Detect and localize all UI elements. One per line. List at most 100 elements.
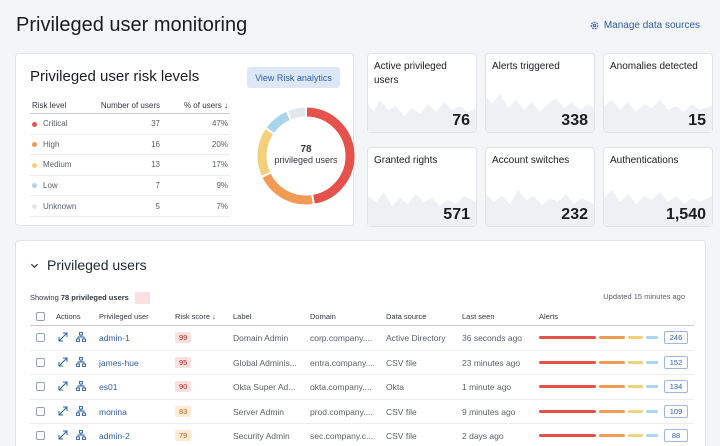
table-header-row: Actions Privileged user Risk score ↓ Lab… — [30, 307, 694, 326]
table-row[interactable]: james-hue 95 Global Adminis... entra.compan… — [30, 351, 694, 375]
risk-pct-cell: 7% — [162, 195, 230, 217]
risk-levels-panel: Privileged user risk levels View Risk an… — [15, 53, 355, 226]
col-domain[interactable]: Domain — [310, 312, 336, 321]
alert-bar-segment — [628, 409, 643, 413]
stat-label: Account switches — [492, 155, 570, 166]
expand-icon[interactable] — [58, 357, 68, 369]
alert-bar-segment — [628, 360, 643, 364]
risk-users-cell: 7 — [94, 175, 162, 197]
stat-label: Anomalies detected — [610, 61, 698, 72]
view-risk-analytics-button[interactable]: View Risk analytics — [247, 67, 340, 88]
stat-card-authentications[interactable]: Authentications 1,540 — [603, 147, 713, 227]
alert-count-badge[interactable]: 246 — [664, 331, 688, 344]
stat-label: Alerts triggered — [492, 61, 560, 72]
alert-count-badge[interactable]: 152 — [664, 355, 688, 369]
col-risk-score[interactable]: Risk score ↓ — [175, 312, 216, 321]
donut-slice-high[interactable] — [262, 173, 313, 205]
row-checkbox[interactable] — [36, 382, 45, 391]
gear-icon — [590, 21, 599, 30]
alert-bar-segment — [539, 409, 596, 413]
stat-card-account-switches[interactable]: Account switches 232 — [485, 147, 595, 227]
stat-value: 1,540 — [665, 206, 706, 223]
last-seen-cell: 9 minutes ago — [462, 406, 516, 417]
privileged-users-header[interactable]: Privileged users — [30, 257, 147, 273]
risk-level-row: Unknown 5 7% — [30, 195, 230, 217]
user-link[interactable]: es01 — [99, 382, 117, 392]
table-row[interactable]: es01 90 Okta Super Ad... okta.company.... Ok… — [30, 375, 694, 400]
stat-value: 232 — [561, 206, 588, 223]
stat-label: Active privileged users — [374, 61, 447, 86]
expand-icon[interactable] — [58, 406, 68, 418]
row-checkbox[interactable] — [36, 333, 45, 342]
alert-count-badge[interactable]: 134 — [664, 380, 688, 393]
sort-down-icon: ↓ — [224, 101, 228, 110]
risk-users-cell: 5 — [94, 195, 162, 217]
risk-level-cell: Low — [30, 175, 94, 197]
risk-color-dot — [32, 142, 37, 148]
hierarchy-icon[interactable] — [76, 430, 86, 442]
alert-count-badge[interactable]: 88 — [664, 429, 688, 442]
risk-levels-table: Risk level Number of users % of users ↓ … — [30, 98, 230, 217]
col-number-users[interactable]: Number of users — [94, 98, 162, 114]
stat-card-active-privileged-users[interactable]: Active privileged users 76 — [367, 53, 477, 133]
col-data-source[interactable]: Data source — [386, 312, 426, 321]
user-link[interactable]: monina — [99, 407, 127, 417]
col-privileged-user[interactable]: Privileged user — [99, 312, 149, 321]
stat-label: Authentications — [610, 155, 679, 166]
stat-label: Granted rights — [374, 155, 438, 166]
stat-card-granted-rights[interactable]: Granted rights 571 — [367, 147, 477, 227]
alert-bar-segment — [539, 385, 596, 388]
risk-level-row: Critical 37 47% — [30, 113, 230, 135]
alert-bar-segment — [599, 385, 626, 388]
domain-cell: okta.company.... — [310, 382, 372, 392]
risk-level-cell: Unknown — [30, 195, 94, 217]
hierarchy-icon[interactable] — [76, 332, 86, 344]
user-link[interactable]: admin-1 — [99, 333, 130, 343]
row-checkbox[interactable] — [36, 357, 45, 367]
col-pct-users[interactable]: % of users ↓ — [162, 98, 230, 114]
table-row[interactable]: monina 83 Server Admin prod.company.... CSV … — [30, 400, 694, 424]
risk-score-badge: 79 — [175, 430, 192, 441]
donut-caption: privileged users — [274, 155, 338, 165]
stat-value: 571 — [443, 206, 470, 223]
expand-icon[interactable] — [58, 381, 68, 393]
risk-color-dot — [32, 183, 37, 189]
table-row[interactable]: admin-2 79 Security Admin sec.company.c... C… — [30, 424, 694, 446]
select-all-checkbox[interactable] — [36, 312, 45, 321]
chevron-down-icon[interactable] — [30, 261, 39, 270]
user-link[interactable]: admin-2 — [99, 431, 130, 441]
alert-bar-segment — [645, 434, 658, 437]
data-source-cell: CSV file — [386, 431, 417, 441]
hierarchy-icon[interactable] — [76, 381, 86, 393]
alert-bar-segment — [599, 360, 626, 364]
hierarchy-icon[interactable] — [76, 405, 86, 418]
label-cell: Global Adminis... — [233, 357, 297, 368]
alert-bar-segment — [645, 336, 658, 339]
donut-slice-low[interactable] — [266, 111, 290, 134]
row-checkbox[interactable] — [36, 406, 45, 416]
domain-cell: prod.company.... — [310, 406, 373, 417]
stat-card-anomalies-detected[interactable]: Anomalies detected 15 — [603, 53, 713, 133]
col-alerts[interactable]: Alerts — [539, 312, 558, 321]
user-link[interactable]: james-hue — [99, 358, 139, 368]
table-row[interactable]: admin-1 99 Domain Admin corp.company.... Act… — [30, 326, 694, 351]
alert-bar-segment — [539, 336, 596, 339]
expand-icon[interactable] — [58, 332, 68, 344]
stat-card-alerts-triggered[interactable]: Alerts triggered 338 — [485, 53, 595, 133]
col-last-seen[interactable]: Last seen — [462, 312, 495, 321]
risk-color-dot — [32, 162, 37, 168]
manage-data-sources-link[interactable]: Manage data sources — [589, 20, 700, 31]
privileged-users-table: Actions Privileged user Risk score ↓ Lab… — [30, 307, 694, 446]
col-label[interactable]: Label — [233, 312, 251, 321]
expand-icon[interactable] — [58, 430, 68, 442]
alert-count-badge[interactable]: 109 — [664, 404, 688, 418]
donut-slice-unknown[interactable] — [287, 107, 306, 120]
risk-panel-title: Privileged user risk levels — [30, 68, 200, 85]
risk-color-dot — [32, 121, 37, 127]
hierarchy-icon[interactable] — [76, 356, 86, 369]
col-risk-level[interactable]: Risk level — [30, 98, 94, 114]
risk-pct-cell: 47% — [162, 113, 230, 135]
risk-score-badge: 90 — [175, 381, 192, 392]
risk-users-cell: 37 — [94, 113, 162, 135]
row-checkbox[interactable] — [36, 431, 45, 440]
